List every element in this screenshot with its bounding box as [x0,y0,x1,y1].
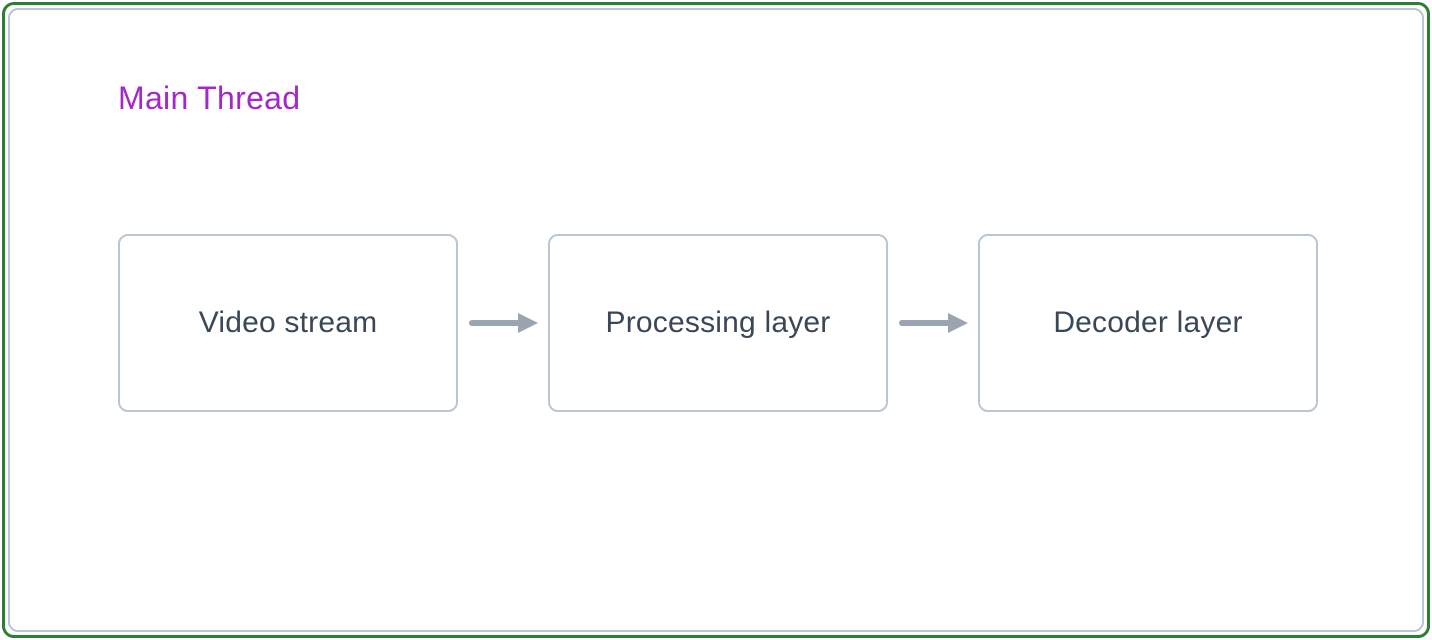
diagram-container: Main Thread Video stream Processing laye… [8,8,1424,632]
arrow-right-icon [898,311,968,335]
node-label: Processing layer [606,306,831,340]
node-label: Decoder layer [1053,306,1242,340]
diagram-title: Main Thread [118,80,300,117]
node-label: Video stream [199,306,378,340]
flow-row: Video stream Processing layer Decoder la… [118,234,1318,412]
arrow-2 [888,311,978,335]
arrow-right-icon [468,311,538,335]
arrow-1 [458,311,548,335]
node-processing-layer: Processing layer [548,234,888,412]
node-decoder-layer: Decoder layer [978,234,1318,412]
node-video-stream: Video stream [118,234,458,412]
